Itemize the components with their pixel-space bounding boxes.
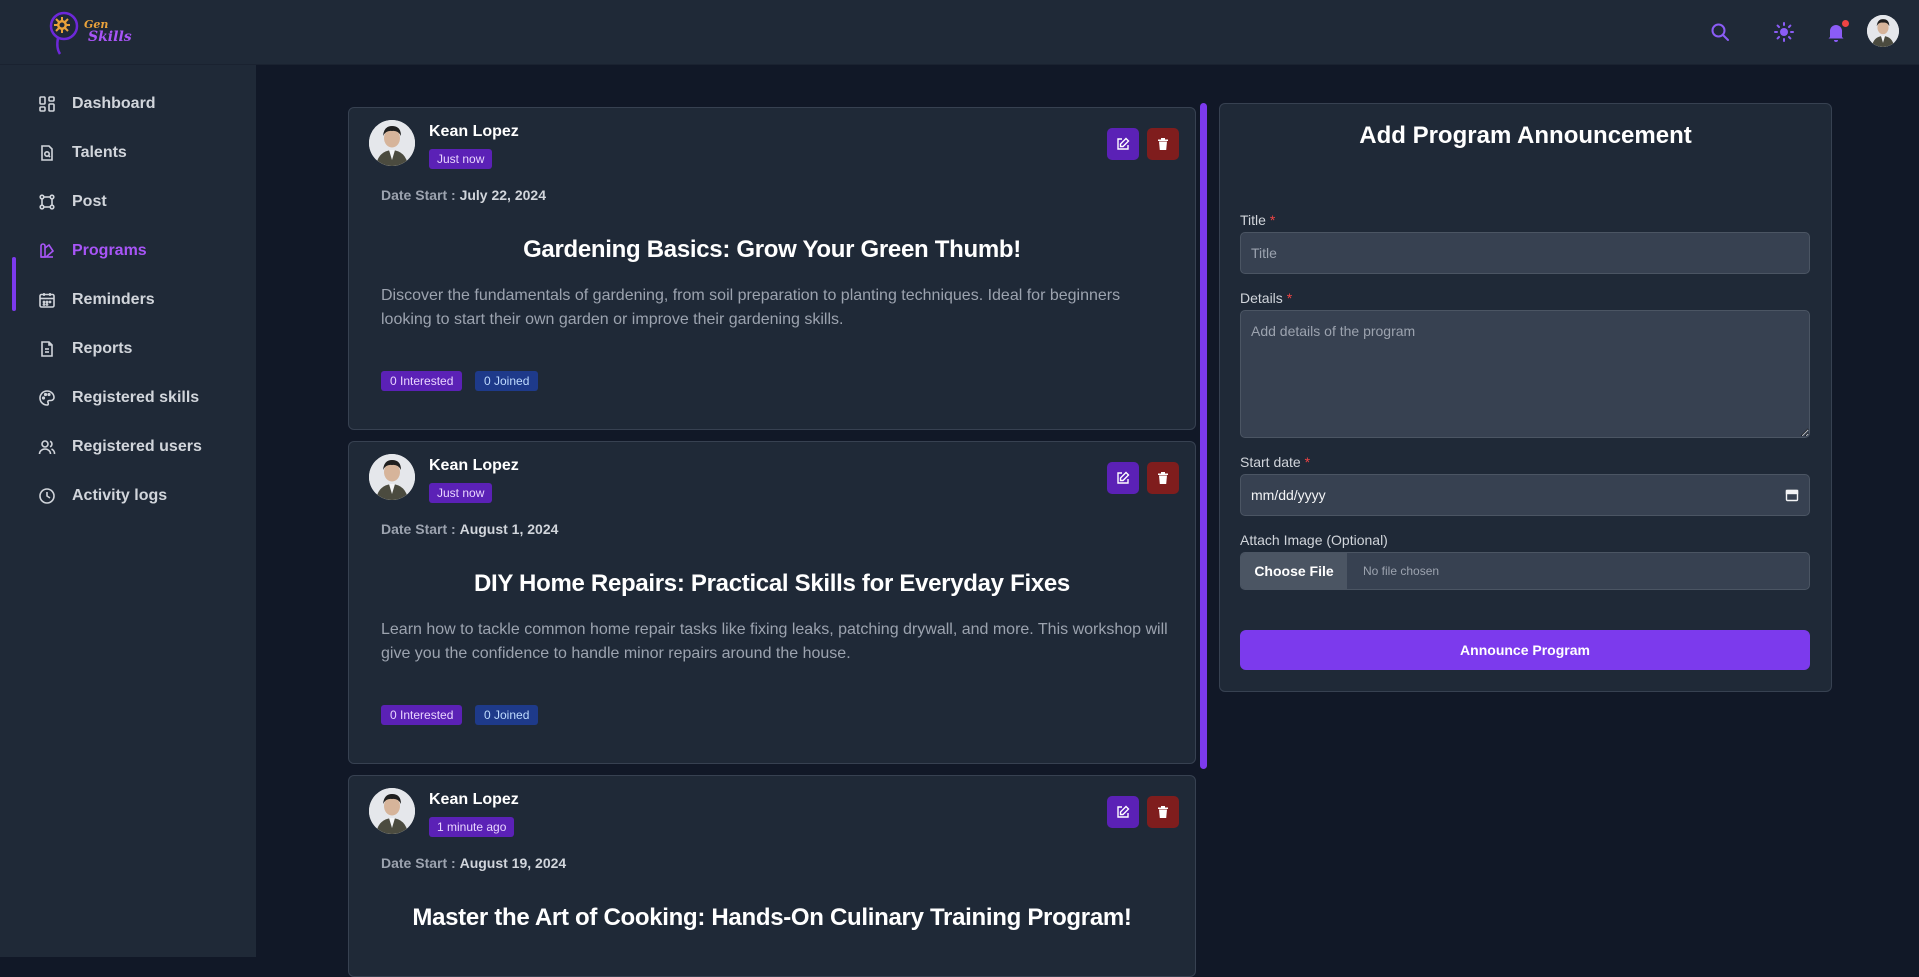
trash-icon <box>1158 472 1168 484</box>
program-start-date: Date Start : July 22, 2024 <box>381 187 546 203</box>
author-name: Kean Lopez <box>429 457 519 474</box>
notification-dot <box>1842 20 1849 27</box>
theme-toggle-sun-icon[interactable] <box>1772 20 1796 44</box>
sidebar-item-reminders[interactable]: Reminders <box>12 280 244 320</box>
delete-button[interactable] <box>1147 796 1179 828</box>
sidebar-item-programs[interactable]: Programs <box>12 231 244 271</box>
search-icon[interactable] <box>1708 20 1732 44</box>
post-time-badge: 1 minute ago <box>429 817 515 837</box>
title-input[interactable] <box>1240 232 1810 274</box>
program-card: Kean Lopez 1 minute ago Date Start : Aug… <box>348 775 1196 977</box>
author-avatar <box>369 454 415 500</box>
author-name: Kean Lopez <box>429 123 519 140</box>
post-time-badge: Just now <box>429 149 493 169</box>
sidebar-item-reports[interactable]: Reports <box>12 329 244 369</box>
edit-button[interactable] <box>1107 128 1139 160</box>
interested-count-badge: 0 Interested <box>381 371 463 391</box>
edit-button[interactable] <box>1107 796 1139 828</box>
author-avatar <box>369 120 415 166</box>
date-value: mm/dd/yyyy <box>1251 487 1326 503</box>
details-label: Details * <box>1240 290 1293 306</box>
clock-icon <box>38 487 56 505</box>
file-status: No file chosen <box>1363 564 1440 578</box>
main-content: Kean Lopez Just now Date Start : July 22… <box>256 65 1919 977</box>
sidebar-item-label: Programs <box>72 242 147 259</box>
edit-icon <box>1117 137 1130 150</box>
sidebar-item-talents[interactable]: Talents <box>12 133 244 173</box>
delete-button[interactable] <box>1147 128 1179 160</box>
user-avatar[interactable] <box>1867 15 1899 47</box>
trash-icon <box>1158 138 1168 150</box>
add-program-form: Add Program Announcement Title * Details… <box>1219 103 1832 692</box>
start-date-input[interactable]: mm/dd/yyyy <box>1240 474 1810 516</box>
top-header: Gen Skills <box>0 0 1919 65</box>
post-icon <box>38 193 56 211</box>
program-title: Gardening Basics: Grow Your Green Thumb! <box>523 236 1021 263</box>
gen-skills-logo[interactable]: Gen Skills <box>44 4 134 60</box>
sidebar-item-dashboard[interactable]: Dashboard <box>12 84 244 124</box>
program-description: Learn how to tackle common home repair t… <box>381 621 1168 662</box>
author-name: Kean Lopez <box>429 791 519 808</box>
sidebar-item-label: Reports <box>72 340 133 357</box>
sidebar: Dashboard Talents Post Programs Reminder… <box>0 65 256 957</box>
feed-scrollbar[interactable] <box>1200 103 1207 769</box>
program-card: Kean Lopez Just now Date Start : July 22… <box>348 107 1196 430</box>
interested-count-badge: 0 Interested <box>381 705 463 725</box>
program-start-date: Date Start : August 1, 2024 <box>381 521 559 537</box>
sidebar-item-post[interactable]: Post <box>12 182 244 222</box>
start-date-label: Start date * <box>1240 454 1311 470</box>
users-icon <box>38 438 56 456</box>
author-avatar <box>369 788 415 834</box>
dashboard-icon <box>38 95 56 113</box>
delete-button[interactable] <box>1147 462 1179 494</box>
sidebar-item-label: Post <box>72 193 107 210</box>
sidebar-item-activity-logs[interactable]: Activity logs <box>12 476 244 516</box>
calendar-icon <box>38 291 56 309</box>
logo-text: Gen Skills <box>84 18 132 45</box>
palette-icon <box>38 389 56 407</box>
programs-icon <box>38 242 56 260</box>
sidebar-item-label: Reminders <box>72 291 155 308</box>
sidebar-item-registered-users[interactable]: Registered users <box>12 427 244 467</box>
notification-bell-icon[interactable] <box>1824 20 1849 44</box>
program-card: Kean Lopez Just now Date Start : August … <box>348 441 1196 764</box>
announce-program-button[interactable]: Announce Program <box>1240 630 1810 670</box>
sidebar-item-label: Registered skills <box>72 389 200 406</box>
edit-icon <box>1117 805 1130 818</box>
form-heading: Add Program Announcement <box>1359 122 1692 149</box>
reports-icon <box>38 340 56 358</box>
sidebar-item-label: Talents <box>72 144 127 161</box>
program-start-date: Date Start : August 19, 2024 <box>381 855 567 871</box>
choose-file-button[interactable]: Choose File <box>1241 553 1347 589</box>
joined-count-badge: 0 Joined <box>475 371 539 391</box>
sidebar-item-registered-skills[interactable]: Registered skills <box>12 378 244 418</box>
program-title: Master the Art of Cooking: Hands-On Culi… <box>412 904 1132 931</box>
program-description: Discover the fundamentals of gardening, … <box>381 287 1121 328</box>
post-time-badge: Just now <box>429 483 493 503</box>
sidebar-item-label: Dashboard <box>72 95 156 112</box>
edit-icon <box>1117 471 1130 484</box>
attach-image-label: Attach Image (Optional) <box>1240 532 1388 548</box>
file-input[interactable]: Choose File No file chosen <box>1240 552 1810 590</box>
talents-icon <box>38 144 56 162</box>
sidebar-item-label: Registered users <box>72 438 202 455</box>
trash-icon <box>1158 806 1168 818</box>
details-textarea[interactable] <box>1240 310 1810 438</box>
sidebar-item-label: Activity logs <box>72 487 168 504</box>
program-title: DIY Home Repairs: Practical Skills for E… <box>474 570 1070 597</box>
joined-count-badge: 0 Joined <box>475 705 539 725</box>
calendar-picker-icon[interactable] <box>1785 488 1799 502</box>
edit-button[interactable] <box>1107 462 1139 494</box>
title-label: Title * <box>1240 212 1276 228</box>
